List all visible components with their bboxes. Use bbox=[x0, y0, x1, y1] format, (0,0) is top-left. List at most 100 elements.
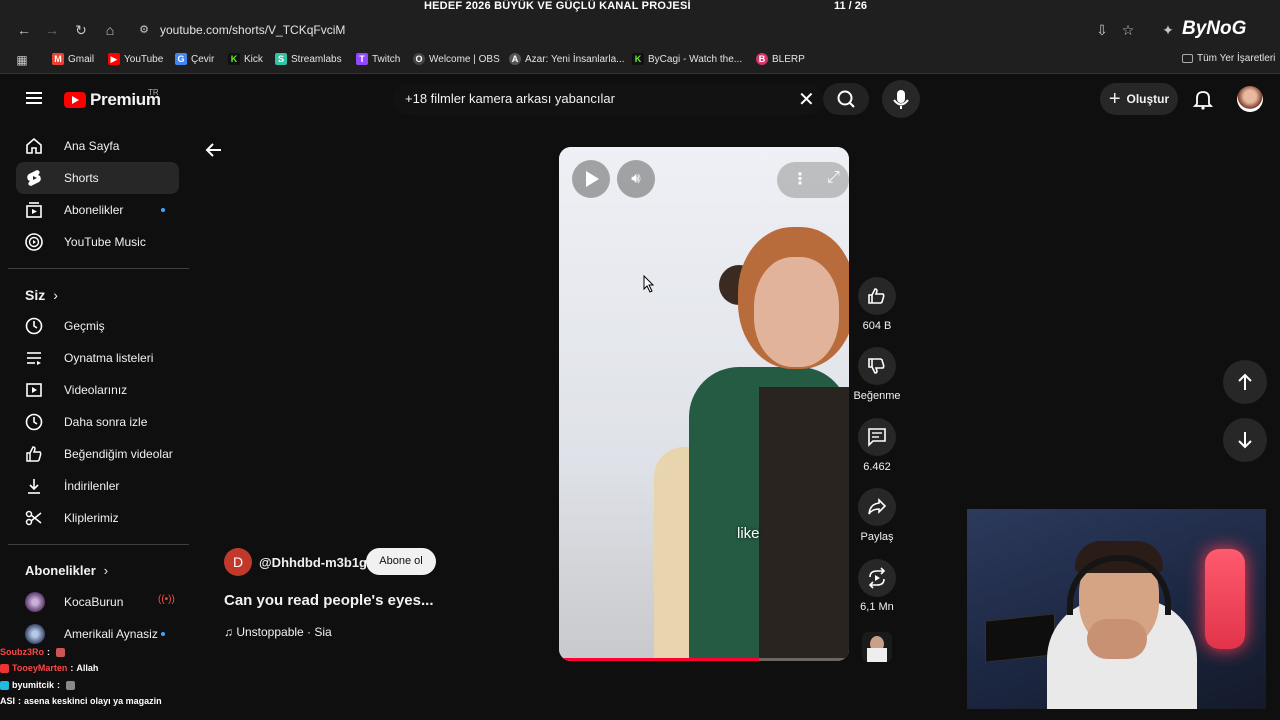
scissors-icon bbox=[25, 510, 42, 526]
back-arrow-icon[interactable] bbox=[204, 140, 224, 160]
thumbs-up-icon bbox=[26, 446, 42, 462]
sidebar-item-downloads[interactable]: İndirilenler bbox=[16, 470, 179, 502]
sidebar-divider bbox=[8, 544, 189, 545]
comments-button[interactable] bbox=[858, 418, 896, 456]
volume-icon[interactable]: 🔊︎ bbox=[617, 160, 655, 198]
comment-icon bbox=[868, 428, 886, 447]
fullscreen-icon[interactable]: ⤢ bbox=[827, 169, 840, 187]
next-short-button[interactable] bbox=[1223, 418, 1267, 462]
subscriptions-icon bbox=[26, 202, 42, 218]
emote-icon bbox=[66, 680, 76, 690]
chat-message: ASI: asena keskinci olayı ya magazin bbox=[0, 696, 162, 706]
share-icon bbox=[868, 498, 887, 515]
sidebar-item-history[interactable]: Geçmiş bbox=[16, 310, 179, 342]
new-content-dot bbox=[161, 208, 165, 212]
more-options-icon[interactable]: ⋮ bbox=[792, 169, 808, 189]
channel-avatar bbox=[25, 624, 45, 644]
bookmark-twitch[interactable]: T Twitch bbox=[356, 53, 400, 65]
bookmark-azar[interactable]: A Azar: Yeni İnsanlarla... bbox=[509, 53, 625, 65]
chevron-right-icon: › bbox=[103, 563, 109, 578]
sidebar-subscriptions-header[interactable]: Abonelikler › bbox=[25, 563, 108, 578]
url-field[interactable]: youtube.com/shorts/V_TCKqFvciM bbox=[160, 23, 345, 37]
forward-icon[interactable]: → bbox=[42, 20, 62, 40]
video-progress-fill bbox=[559, 658, 760, 661]
webcam-detail bbox=[1087, 619, 1147, 659]
extensions-icon[interactable]: ✦ bbox=[1158, 20, 1178, 40]
play-button[interactable] bbox=[572, 160, 610, 198]
bookmark-translate[interactable]: G Çevir bbox=[175, 53, 214, 65]
bookmarks-bar: ▦ M Gmail ▶ YouTube G Çevir K Kick S Streamla… bbox=[0, 46, 1280, 74]
home-icon bbox=[26, 137, 42, 154]
thumbs-up-icon bbox=[868, 288, 885, 304]
voice-search-button[interactable] bbox=[882, 80, 920, 118]
history-icon bbox=[25, 317, 43, 335]
back-icon[interactable]: ← bbox=[14, 20, 34, 40]
sidebar-you-header[interactable]: Siz › bbox=[25, 287, 58, 303]
like-count: 604 B bbox=[862, 320, 892, 332]
share-button[interactable] bbox=[858, 488, 896, 526]
playlists-icon bbox=[27, 352, 41, 365]
sidebar-item-subscriptions[interactable]: Abonelikler bbox=[16, 194, 179, 226]
stream-goal-count: 11 / 26 bbox=[834, 0, 868, 12]
sidebar-item-youtube-music[interactable]: YouTube Music bbox=[16, 226, 179, 258]
bookmark-gmail[interactable]: M Gmail bbox=[52, 53, 94, 65]
reload-icon[interactable]: ↻ bbox=[71, 20, 91, 40]
clear-search-icon[interactable]: ✕ bbox=[798, 87, 815, 112]
bookmark-obs[interactable]: O Welcome | OBS bbox=[413, 53, 500, 65]
short-music-link[interactable]: ♫ Unstoppable · Sia bbox=[224, 625, 332, 639]
browser-tab-strip: HEDEF 2026 BÜYÜK VE GÜÇLÜ KANAL PROJESİ … bbox=[0, 0, 1280, 14]
bookmark-youtube[interactable]: ▶ YouTube bbox=[108, 53, 163, 65]
sidebar-item-clips[interactable]: Kliplerimiz bbox=[16, 502, 179, 534]
shorts-icon bbox=[27, 170, 41, 186]
sidebar-item-liked-videos[interactable]: Beğendiğim videolar bbox=[16, 438, 179, 470]
apps-grid-icon[interactable]: ▦ bbox=[12, 50, 32, 70]
home-browser-icon[interactable]: ⌂ bbox=[100, 20, 120, 40]
sidebar-sub-kocaburun[interactable]: KocaBurun ((•)) bbox=[16, 586, 179, 618]
youtube-logo-icon bbox=[64, 92, 86, 108]
sidebar-item-watch-later[interactable]: Daha sonra izle bbox=[16, 406, 179, 438]
notifications-icon[interactable] bbox=[1192, 88, 1214, 110]
channel-name[interactable]: @Dhhdbd-m3b1g bbox=[259, 555, 367, 570]
sidebar-sub-amerikali-aynasiz[interactable]: Amerikali Aynasiz bbox=[16, 618, 179, 650]
search-icon bbox=[837, 90, 855, 108]
video-frame-detail bbox=[759, 387, 849, 661]
youtube-premium-logo[interactable]: Premium bbox=[64, 90, 161, 110]
arrow-down-icon bbox=[1238, 432, 1252, 449]
watch-later-icon bbox=[25, 413, 43, 431]
search-input[interactable]: +18 filmler kamera arkası yabancılar bbox=[405, 91, 615, 106]
account-avatar[interactable] bbox=[1237, 86, 1263, 112]
short-video-player[interactable]: 🔊︎ ⋮ ⤢ like bbox=[559, 147, 849, 661]
dislike-button[interactable] bbox=[858, 347, 896, 385]
site-info-icon[interactable]: ⚙ bbox=[134, 20, 154, 40]
video-frame-detail bbox=[719, 265, 759, 305]
sound-thumbnail[interactable] bbox=[862, 632, 892, 662]
chat-message: Soubz3Ro: bbox=[0, 647, 65, 657]
sidebar-item-playlists[interactable]: Oynatma listeleri bbox=[16, 342, 179, 374]
plus-icon: + bbox=[1108, 87, 1121, 110]
new-content-dot bbox=[161, 632, 165, 636]
menu-icon[interactable] bbox=[26, 90, 44, 106]
all-bookmarks-folder[interactable]: Tüm Yer İşaretleri bbox=[1182, 53, 1275, 64]
bookmark-bycagi[interactable]: K ByCagi - Watch the... bbox=[632, 53, 742, 65]
channel-avatar[interactable]: D bbox=[224, 548, 252, 576]
previous-short-button[interactable] bbox=[1223, 360, 1267, 404]
sidebar-item-shorts[interactable]: Shorts bbox=[16, 162, 179, 194]
remix-button[interactable] bbox=[858, 559, 896, 597]
bookmark-star-icon[interactable]: ☆ bbox=[1118, 20, 1138, 40]
like-button[interactable] bbox=[858, 277, 896, 315]
sidebar-item-home[interactable]: Ana Sayfa bbox=[16, 130, 179, 162]
bookmark-kick[interactable]: K Kick bbox=[228, 53, 263, 65]
install-icon[interactable]: ⇩ bbox=[1092, 20, 1112, 40]
bookmark-blerp[interactable]: B BLERP bbox=[756, 53, 805, 65]
streamer-webcam bbox=[967, 509, 1266, 709]
bookmark-streamlabs[interactable]: S Streamlabs bbox=[275, 53, 342, 65]
short-title[interactable]: Can you read people's eyes... bbox=[224, 592, 433, 609]
badge-icon bbox=[0, 680, 9, 690]
stream-goal-title: HEDEF 2026 BÜYÜK VE GÜÇLÜ KANAL PROJESİ bbox=[424, 0, 691, 12]
search-button[interactable] bbox=[823, 83, 869, 115]
video-progress-bar[interactable] bbox=[559, 658, 849, 661]
create-button[interactable]: + Oluştur bbox=[1100, 83, 1178, 115]
subscribe-button[interactable]: Abone ol bbox=[366, 548, 436, 575]
dislike-label: Beğenme bbox=[853, 390, 901, 402]
sidebar-item-your-videos[interactable]: Videolarınız bbox=[16, 374, 179, 406]
